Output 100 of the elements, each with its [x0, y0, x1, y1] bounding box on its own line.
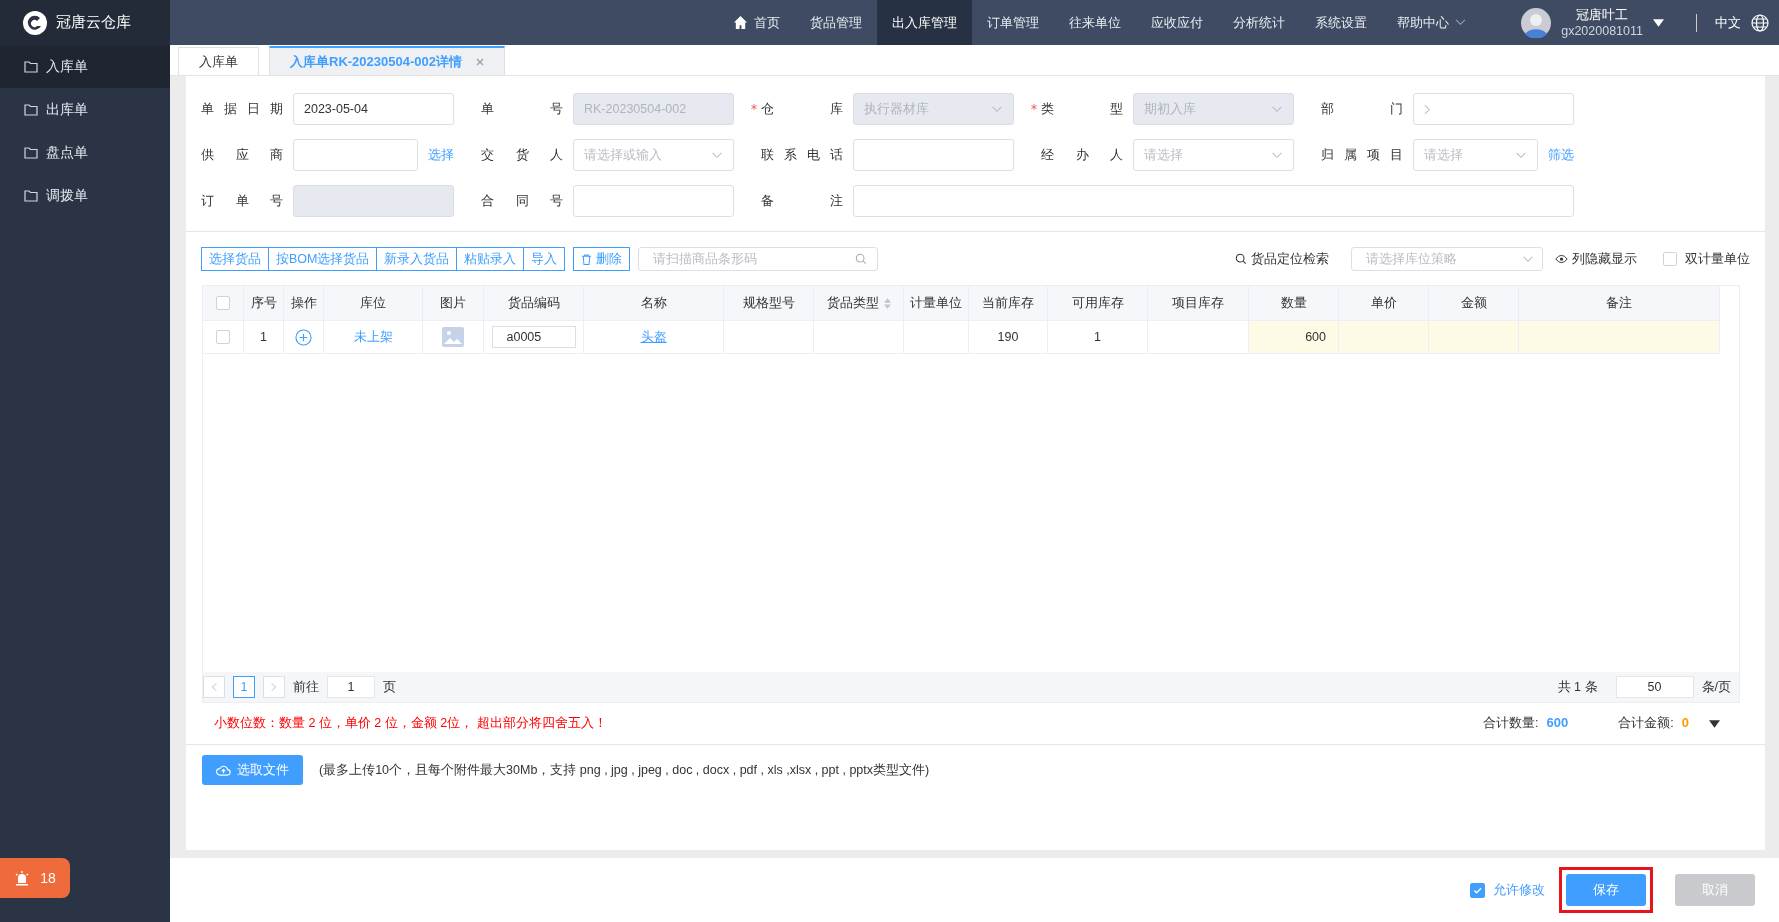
- rounding-notice: 小数位数：数量 2 位，单价 2 位，金额 2位， 超出部分将四舍五入！: [214, 715, 607, 732]
- page-tab[interactable]: 入库单RK-20230504-002详情: [269, 46, 505, 75]
- user-name[interactable]: 冠唐叶工: [1576, 6, 1629, 23]
- dual-unit-checkbox[interactable]: 双计量单位: [1663, 250, 1750, 268]
- nav-item[interactable]: 应收应付: [1136, 0, 1219, 45]
- link[interactable]: 筛选: [1548, 146, 1574, 164]
- link[interactable]: 选择: [428, 146, 454, 164]
- page-size-field[interactable]: 50: [1615, 676, 1694, 698]
- field-label: 部门: [1320, 100, 1406, 118]
- input-field[interactable]: 请选择: [1413, 139, 1538, 171]
- nav-item[interactable]: 货品管理: [795, 0, 878, 45]
- product-name-link[interactable]: 头盔: [640, 328, 667, 346]
- sort-icon[interactable]: [883, 297, 891, 309]
- sidebar-item[interactable]: 调拨单: [0, 174, 170, 217]
- toolbar-button[interactable]: 导入: [523, 247, 566, 271]
- next-page-button[interactable]: [263, 676, 285, 698]
- barcode-search-field[interactable]: 请扫描商品条形码: [638, 247, 879, 271]
- delete-button[interactable]: 删除: [573, 247, 631, 271]
- column-header: 规格型号: [724, 286, 814, 320]
- input-field[interactable]: 2023-05-04: [293, 93, 454, 125]
- nav-item[interactable]: 系统设置: [1300, 0, 1383, 45]
- total-summary: 合计金额: 0: [1618, 715, 1689, 732]
- toolbar-button[interactable]: 粘贴录入: [456, 247, 525, 271]
- row-checkbox[interactable]: [216, 330, 230, 344]
- nav-item[interactable]: 往来单位: [1054, 0, 1137, 45]
- column-toggle-link[interactable]: 列隐藏显示: [1555, 250, 1637, 268]
- editable-cell[interactable]: [1339, 321, 1429, 353]
- input-field[interactable]: [853, 185, 1574, 217]
- prev-page-button[interactable]: [203, 676, 225, 698]
- check-icon: [1473, 885, 1482, 895]
- close-icon[interactable]: [475, 57, 484, 66]
- nav-item[interactable]: 首页: [718, 0, 796, 45]
- field-label: 交货人: [480, 146, 566, 164]
- folder-icon: [24, 189, 38, 202]
- globe-icon[interactable]: [1751, 13, 1769, 32]
- page-tab[interactable]: 入库单: [178, 47, 259, 75]
- column-header: 项目库存: [1148, 286, 1249, 320]
- trash-icon: [581, 253, 593, 265]
- goto-page-field[interactable]: 1: [327, 676, 375, 698]
- input-field[interactable]: [853, 139, 1014, 171]
- location-link[interactable]: 未上架: [353, 328, 393, 346]
- page-size-unit: 条/页: [1701, 678, 1731, 696]
- sidebar-item[interactable]: 出库单: [0, 88, 170, 131]
- page-unit-label: 页: [383, 678, 396, 696]
- column-header: 单价: [1339, 286, 1429, 320]
- table-cell: 190: [969, 321, 1048, 353]
- allow-edit-checkbox[interactable]: 允许修改: [1470, 881, 1545, 899]
- language-label[interactable]: 中文: [1715, 13, 1741, 32]
- column-header: 图片: [423, 286, 484, 320]
- input-field[interactable]: [1413, 93, 1574, 125]
- editable-cell[interactable]: [1519, 321, 1720, 353]
- locate-search-link[interactable]: 货品定位检索: [1235, 250, 1329, 268]
- caret-down-icon[interactable]: [1653, 18, 1664, 27]
- editable-cell[interactable]: 600: [1249, 321, 1339, 353]
- input-field[interactable]: [293, 139, 418, 171]
- required-icon: [751, 104, 757, 110]
- editable-cell[interactable]: [1429, 321, 1519, 353]
- chevron-down-icon: [1522, 255, 1534, 263]
- nav-item[interactable]: 帮助中心: [1382, 0, 1482, 45]
- nav-item[interactable]: 订单管理: [972, 0, 1055, 45]
- field-label: 类型: [1029, 100, 1129, 118]
- caret-down-icon[interactable]: [1709, 719, 1720, 728]
- column-header: 备注: [1519, 286, 1720, 320]
- code-input-field[interactable]: a0005: [491, 326, 576, 348]
- input-field[interactable]: 请选择: [1133, 139, 1294, 171]
- search-icon: [855, 253, 868, 265]
- sidebar-item[interactable]: 盘点单: [0, 131, 170, 174]
- choose-file-button[interactable]: 选取文件: [202, 755, 303, 785]
- sidebar-item[interactable]: 入库单: [0, 45, 170, 88]
- toolbar-button[interactable]: 新录入货品: [376, 247, 458, 271]
- alert-badge[interactable]: 18: [0, 858, 70, 898]
- nav-item[interactable]: 分析统计: [1218, 0, 1301, 45]
- column-header: 操作: [284, 286, 324, 320]
- input-field[interactable]: [573, 185, 734, 217]
- user-id: gx2020081011: [1561, 22, 1643, 39]
- page-number[interactable]: 1: [233, 676, 255, 698]
- column-header: 库位: [324, 286, 423, 320]
- home-icon: [733, 15, 749, 30]
- input-field[interactable]: 请选择或输入: [573, 139, 734, 171]
- select-all-checkbox[interactable]: [216, 296, 230, 310]
- field-label: 供应商: [200, 146, 286, 164]
- chevron-down-icon: [1271, 105, 1283, 113]
- field-label: 合同号: [480, 192, 566, 210]
- goto-label: 前往: [293, 678, 319, 696]
- chevron-down-icon: [991, 105, 1003, 113]
- chevron-right-icon: [1424, 103, 1431, 115]
- toolbar-button[interactable]: 选择货品: [201, 247, 269, 271]
- chevron-right-icon: [271, 682, 277, 692]
- image-placeholder-icon: [442, 327, 464, 347]
- column-header: 数量: [1249, 286, 1339, 320]
- field-label: 单据日期: [200, 100, 286, 118]
- nav-item[interactable]: 出入库管理: [877, 0, 973, 45]
- location-strategy-select[interactable]: 请选择库位策略: [1351, 247, 1543, 271]
- chevron-down-icon: [1271, 151, 1283, 159]
- add-icon[interactable]: [295, 328, 312, 346]
- field-label: 仓库: [749, 100, 849, 118]
- field-label: 联系电话: [760, 146, 846, 164]
- save-button[interactable]: 保存: [1566, 874, 1646, 906]
- field-label: 单号: [480, 100, 566, 118]
- toolbar-button[interactable]: 按BOM选择货品: [268, 247, 378, 271]
